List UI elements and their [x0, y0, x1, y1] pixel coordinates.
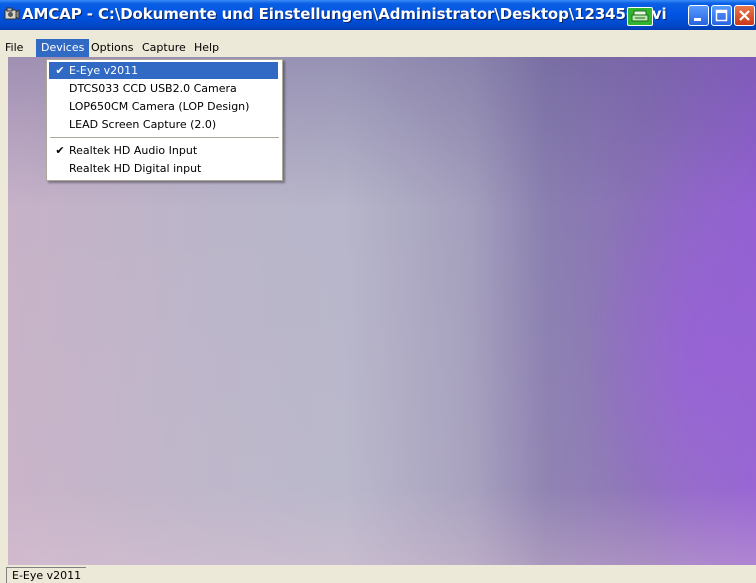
- printer-icon[interactable]: [627, 7, 653, 26]
- menu-help[interactable]: Help: [189, 39, 224, 57]
- device-item-label: Realtek HD Audio Input: [69, 144, 198, 157]
- device-item-realtek-digital[interactable]: Realtek HD Digital input: [49, 160, 278, 177]
- device-item-label: DTCS033 CCD USB2.0 Camera: [69, 82, 237, 95]
- device-item-label: LEAD Screen Capture (2.0): [69, 118, 217, 131]
- window-frame: [0, 57, 8, 565]
- window-title: AMCAP - C:\Dokumente und Einstellungen\A…: [22, 5, 667, 23]
- device-item-label: E-Eye v2011: [69, 64, 139, 77]
- minimize-icon: [694, 18, 701, 21]
- maximize-icon: [715, 9, 728, 22]
- menu-bar: File Devices Options Capture Help: [0, 39, 756, 57]
- device-item-lead-screen[interactable]: LEAD Screen Capture (2.0): [49, 116, 278, 133]
- camera-icon[interactable]: [4, 6, 20, 22]
- menu-separator: [50, 137, 279, 138]
- device-item-e-eye[interactable]: ✔ E-Eye v2011: [49, 62, 278, 79]
- maximize-button[interactable]: [711, 5, 732, 26]
- close-icon: [739, 10, 750, 21]
- menu-file[interactable]: File: [0, 39, 28, 57]
- device-item-dtcs033[interactable]: DTCS033 CCD USB2.0 Camera: [49, 80, 278, 97]
- status-text: E-Eye v2011: [6, 567, 87, 583]
- device-item-lop650cm[interactable]: LOP650CM Camera (LOP Design): [49, 98, 278, 115]
- checkmark-icon: ✔: [55, 64, 65, 77]
- device-item-realtek-audio[interactable]: ✔ Realtek HD Audio Input: [49, 142, 278, 159]
- menu-options[interactable]: Options: [86, 39, 138, 57]
- menu-devices[interactable]: Devices: [36, 39, 90, 57]
- status-bar: E-Eye v2011: [0, 565, 756, 583]
- devices-menu: ✔ E-Eye v2011 DTCS033 CCD USB2.0 Camera …: [46, 59, 283, 181]
- close-button[interactable]: [734, 5, 755, 26]
- device-item-label: Realtek HD Digital input: [69, 162, 202, 175]
- menu-capture[interactable]: Capture: [137, 39, 191, 57]
- device-item-label: LOP650CM Camera (LOP Design): [69, 100, 250, 113]
- title-bar[interactable]: AMCAP - C:\Dokumente und Einstellungen\A…: [0, 0, 756, 30]
- minimize-button[interactable]: [688, 5, 709, 26]
- checkmark-icon: ✔: [55, 144, 65, 157]
